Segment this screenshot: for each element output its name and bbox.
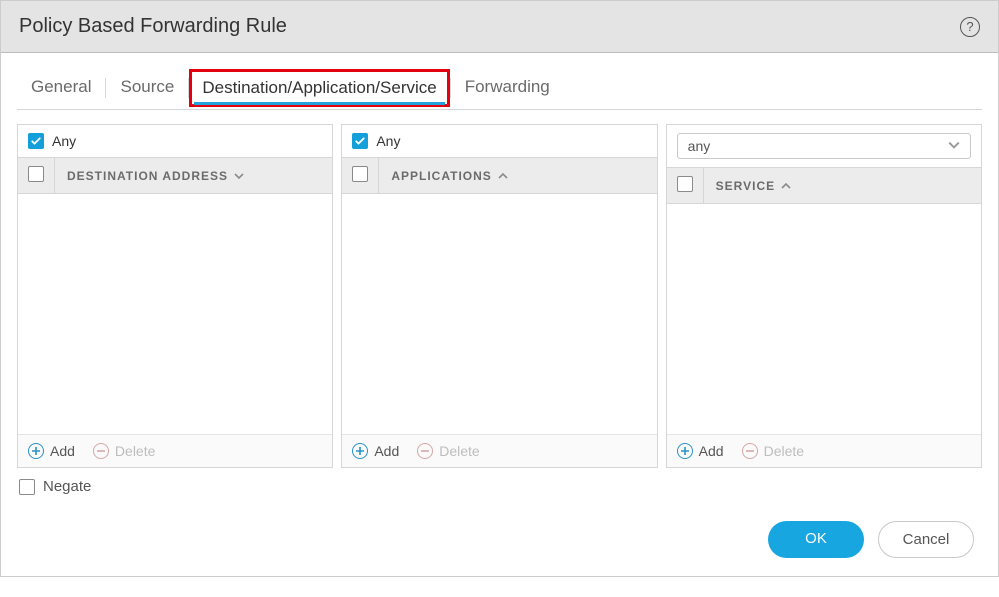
minus-icon [742, 443, 758, 459]
destination-selectall-checkbox[interactable] [28, 166, 44, 182]
applications-any-checkbox[interactable] [352, 133, 368, 149]
dialog-title: Policy Based Forwarding Rule [19, 15, 287, 38]
tab-bar: General Source Destination/Application/S… [17, 67, 982, 110]
service-selectall-cell [667, 168, 704, 203]
applications-any-label: Any [376, 133, 400, 149]
applications-panel: Any APPLICATIONS [341, 124, 657, 468]
tab-source[interactable]: Source [106, 67, 188, 109]
destination-any-row: Any [18, 125, 332, 157]
destination-add-button[interactable]: Add [28, 443, 75, 459]
ok-button[interactable]: OK [768, 521, 864, 558]
destination-any-checkbox[interactable] [28, 133, 44, 149]
destination-column-header: DESTINATION ADDRESS [18, 157, 332, 194]
destination-list [18, 194, 332, 434]
dialog-body: General Source Destination/Application/S… [1, 67, 998, 576]
minus-icon [417, 443, 433, 459]
service-column-label: SERVICE [716, 179, 775, 193]
applications-any-row: Any [342, 125, 656, 157]
service-column-name[interactable]: SERVICE [704, 171, 981, 201]
applications-column-label: APPLICATIONS [391, 169, 491, 183]
tab-forwarding[interactable]: Forwarding [451, 67, 564, 109]
tab-highlight: Destination/Application/Service [189, 67, 449, 109]
dialog-actions: OK Cancel [17, 505, 982, 558]
service-list [667, 204, 981, 434]
chevron-up-icon [781, 181, 791, 191]
destination-footer: Add Delete [18, 434, 332, 467]
destination-any-label: Any [52, 133, 76, 149]
tab-general[interactable]: General [17, 67, 105, 109]
destination-column-name[interactable]: DESTINATION ADDRESS [55, 161, 332, 191]
minus-icon [93, 443, 109, 459]
panels-row: Any DESTINATION ADDRESS [17, 124, 982, 468]
applications-selectall-cell [342, 158, 379, 193]
tab-destination-application-service[interactable]: Destination/Application/Service [189, 69, 449, 107]
service-column-header: SERVICE [667, 167, 981, 204]
plus-icon [28, 443, 44, 459]
applications-list [342, 194, 656, 434]
service-footer: Add Delete [667, 434, 981, 467]
plus-icon [677, 443, 693, 459]
negate-row: Negate [17, 468, 982, 505]
applications-column-name[interactable]: APPLICATIONS [379, 161, 656, 191]
delete-label: Delete [764, 443, 804, 459]
service-select-value: any [688, 138, 711, 154]
applications-footer: Add Delete [342, 434, 656, 467]
destination-delete-button[interactable]: Delete [93, 443, 155, 459]
service-select-row: any [667, 125, 981, 167]
destination-column-label: DESTINATION ADDRESS [67, 169, 228, 183]
negate-label: Negate [43, 478, 91, 495]
cancel-button[interactable]: Cancel [878, 521, 974, 558]
delete-label: Delete [439, 443, 479, 459]
applications-column-header: APPLICATIONS [342, 157, 656, 194]
service-selectall-checkbox[interactable] [677, 176, 693, 192]
applications-add-button[interactable]: Add [352, 443, 399, 459]
destination-panel: Any DESTINATION ADDRESS [17, 124, 333, 468]
dialog-window: Policy Based Forwarding Rule ? General S… [0, 0, 999, 577]
chevron-down-icon [234, 171, 244, 181]
check-icon [354, 135, 366, 147]
add-label: Add [50, 443, 75, 459]
negate-checkbox[interactable] [19, 479, 35, 495]
applications-delete-button[interactable]: Delete [417, 443, 479, 459]
add-label: Add [699, 443, 724, 459]
help-icon[interactable]: ? [960, 17, 980, 37]
service-select[interactable]: any [677, 133, 971, 159]
plus-icon [352, 443, 368, 459]
chevron-down-icon [948, 138, 960, 154]
check-icon [30, 135, 42, 147]
chevron-up-icon [498, 171, 508, 181]
applications-selectall-checkbox[interactable] [352, 166, 368, 182]
service-panel: any SERVICE [666, 124, 982, 468]
destination-selectall-cell [18, 158, 55, 193]
titlebar: Policy Based Forwarding Rule ? [1, 1, 998, 53]
delete-label: Delete [115, 443, 155, 459]
service-add-button[interactable]: Add [677, 443, 724, 459]
add-label: Add [374, 443, 399, 459]
service-delete-button[interactable]: Delete [742, 443, 804, 459]
